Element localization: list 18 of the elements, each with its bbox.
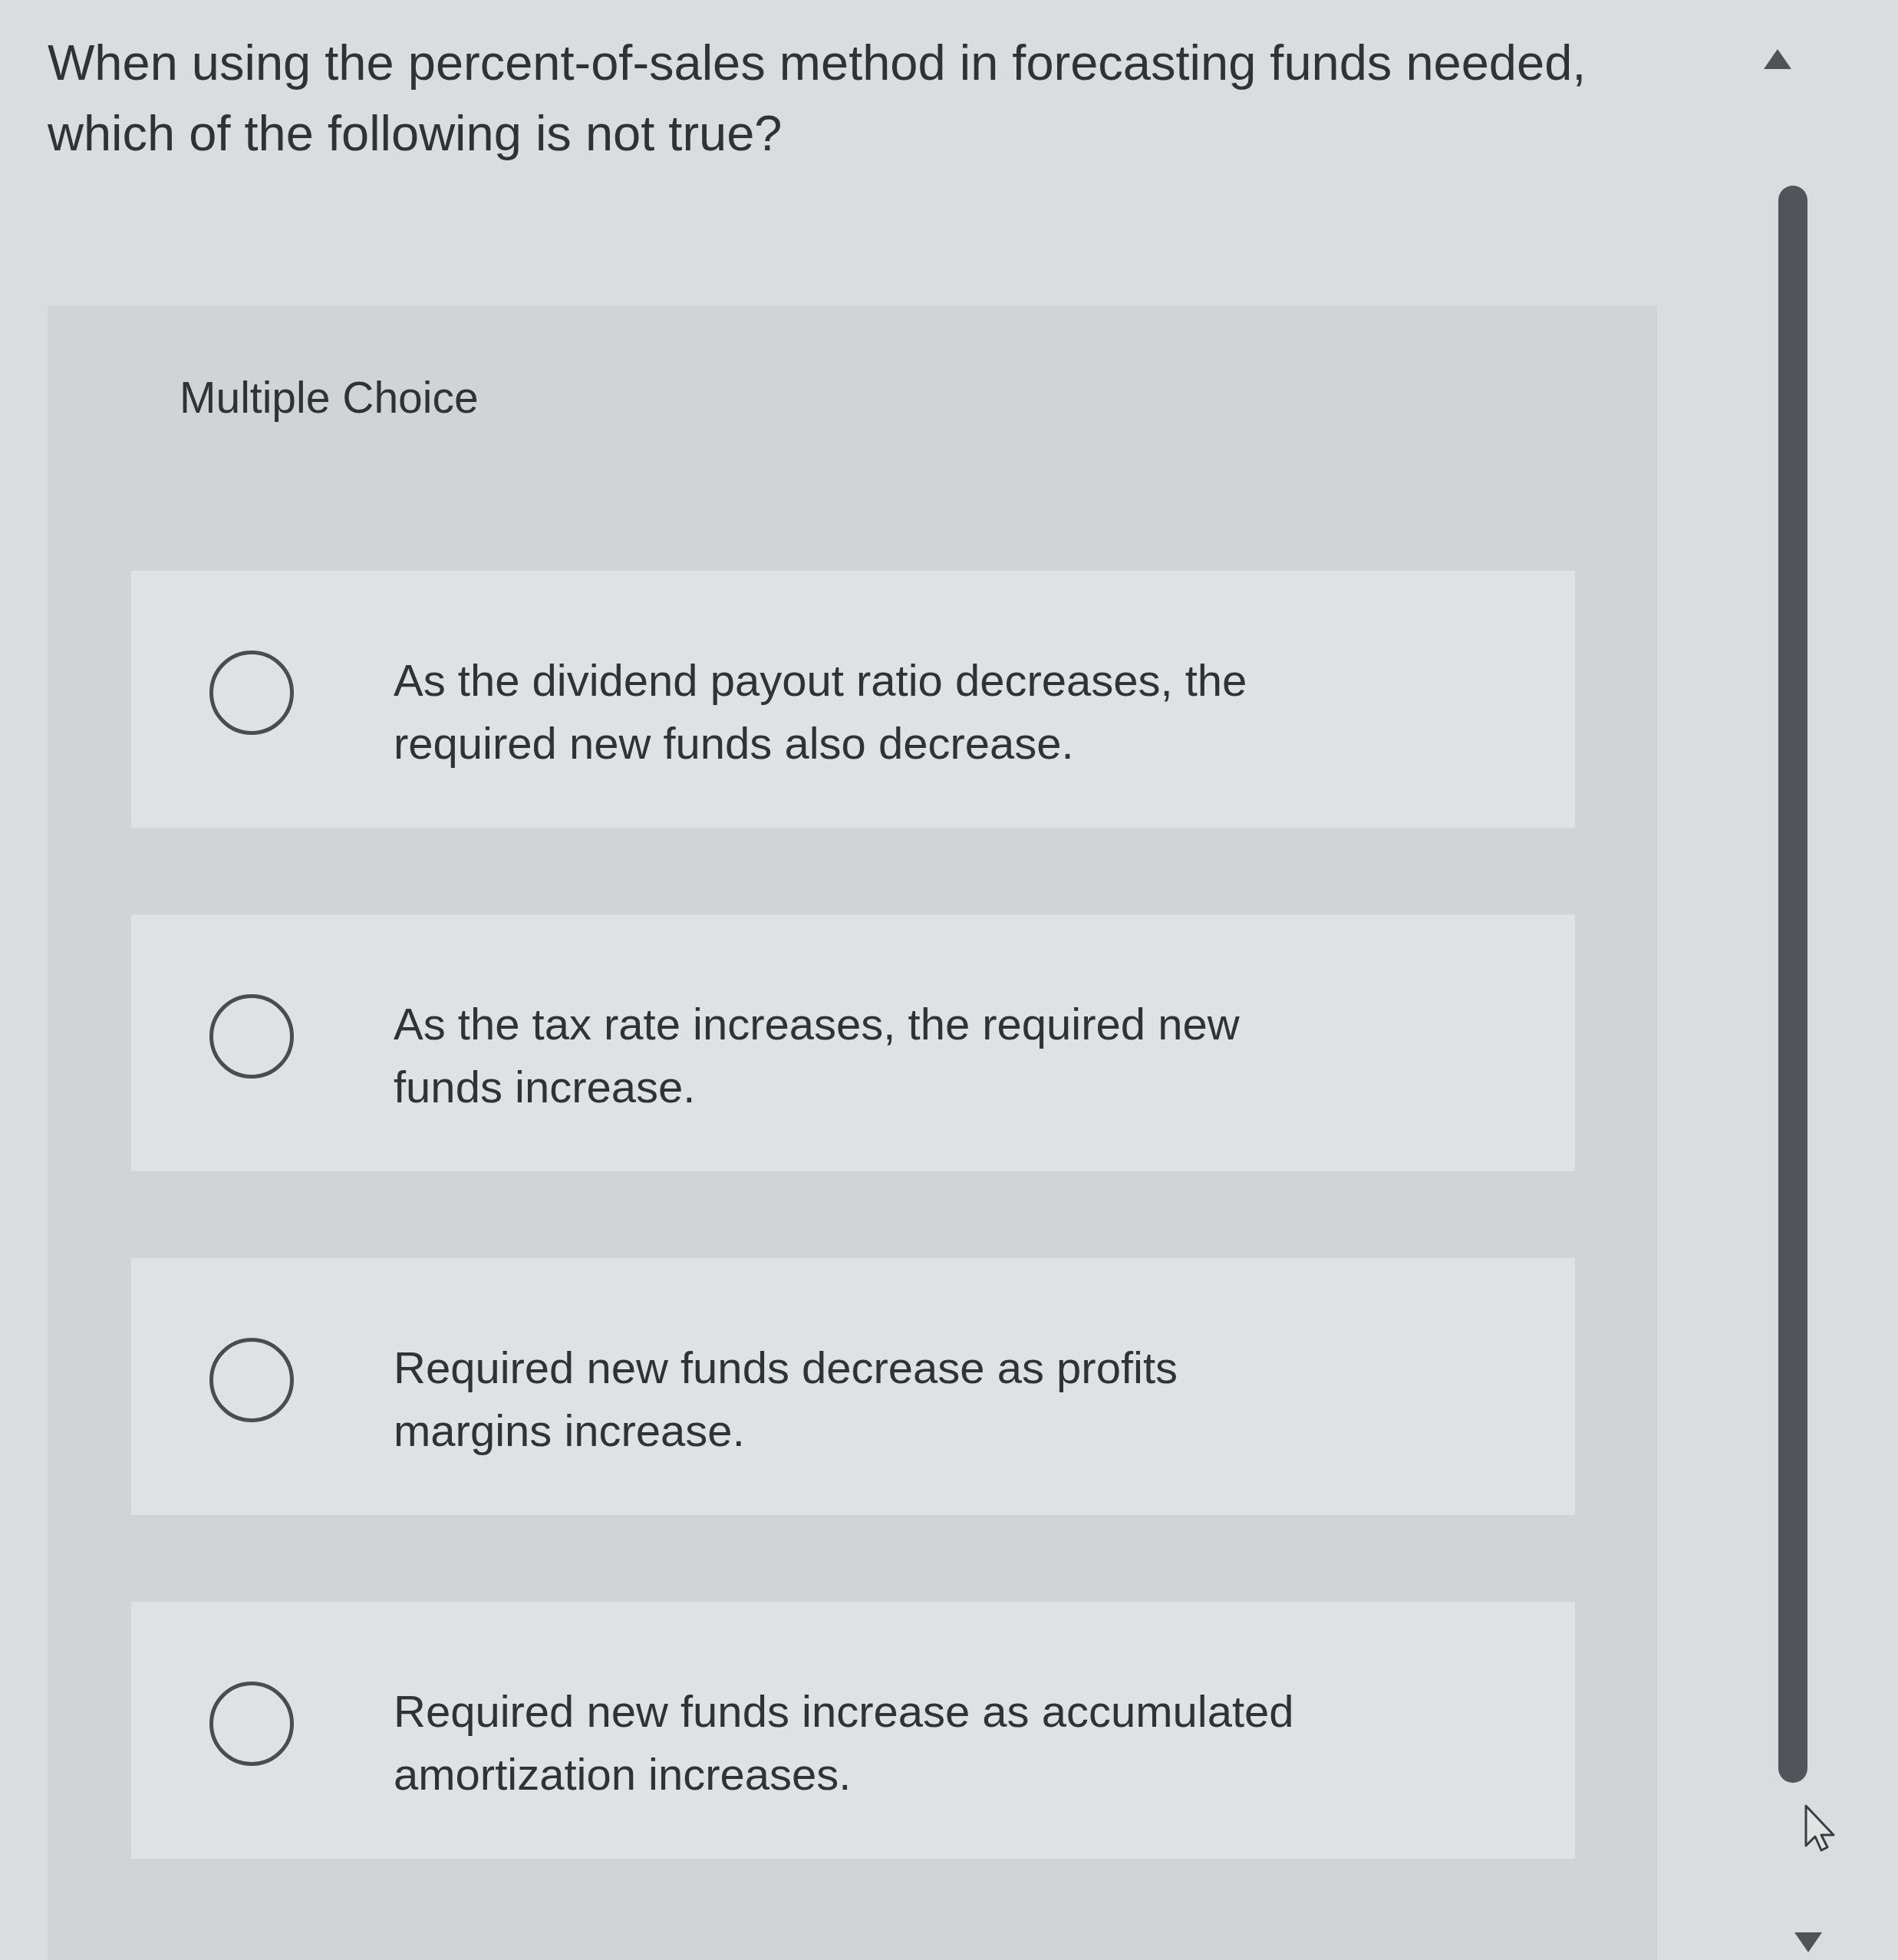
answer-option[interactable]: As the tax rate increases, the required new funds increase. [131, 914, 1575, 1171]
radio-button[interactable] [209, 1682, 294, 1766]
scrollbar-thumb[interactable] [1778, 186, 1807, 1783]
answer-option[interactable]: Required new funds increase as accumulated amortization increases. [131, 1602, 1575, 1859]
option-text: Required new funds increase as accumulated amortization increases. [394, 1685, 1295, 1800]
question-type-label: Multiple Choice [180, 372, 479, 423]
option-text: As the tax rate increases, the required new funds increase. [394, 998, 1241, 1113]
radio-button[interactable] [209, 651, 294, 735]
answer-option[interactable]: As the dividend payout ratio decreases, the required new funds also decrease. [131, 571, 1575, 828]
option-text: Required new funds decrease as profits margins increase. [394, 1342, 1179, 1457]
mouse-pointer-icon [1804, 1804, 1835, 1852]
scroll-down-button[interactable] [1793, 1931, 1824, 1954]
radio-button[interactable] [209, 1338, 294, 1422]
option-text: As the dividend payout ratio decreases, the required new funds also decrease. [394, 654, 1248, 769]
scroll-up-button[interactable] [1762, 48, 1793, 71]
radio-button[interactable] [209, 994, 294, 1079]
answer-option[interactable]: Required new funds decrease as profits margins increase. [131, 1258, 1575, 1515]
question-text: When using the percent-of-sales method in forecasting funds needed, which of the following is not true? [48, 34, 1587, 163]
